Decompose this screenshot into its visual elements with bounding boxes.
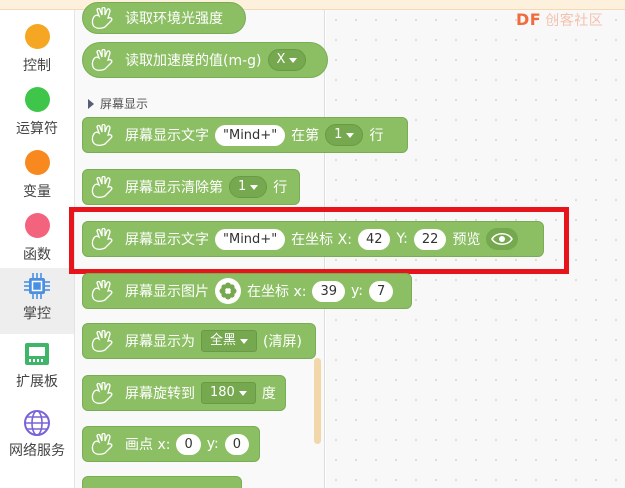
category-variables[interactable]: 变量 (0, 146, 74, 212)
highlight-box (69, 207, 569, 274)
block-read-light[interactable]: 读取环境光强度 (82, 2, 246, 34)
board-icon (25, 343, 49, 365)
text-input[interactable]: "Mind+" (215, 124, 286, 146)
category-label: 函数 (23, 247, 51, 263)
hand-icon (91, 7, 113, 29)
variables-dot-icon (24, 150, 50, 175)
axis-dropdown[interactable]: X (267, 49, 307, 71)
block-show-text-row[interactable]: 屏幕显示文字 "Mind+" 在第 1 行 (82, 117, 408, 153)
x-input[interactable]: 39 (312, 280, 345, 302)
section-title-text: 屏幕显示 (100, 97, 149, 111)
brand-logo: DF 创客社区 (516, 10, 603, 30)
row-value: 1 (238, 179, 247, 194)
block-label: 读取环境光强度 (125, 11, 223, 27)
hand-icon (91, 49, 113, 71)
chevron-down-icon (238, 390, 247, 396)
operators-dot-icon (24, 87, 50, 112)
brand-text: DF (516, 10, 542, 29)
chevron-down-icon (346, 132, 355, 138)
y-input[interactable]: 0 (224, 433, 249, 455)
functions-dot-icon (24, 213, 50, 238)
row-dropdown[interactable]: 1 (325, 124, 364, 146)
hand-icon (91, 176, 113, 198)
block-rotate-screen[interactable]: 屏幕旋转到 180 度 (82, 375, 286, 411)
category-label: 扩展板 (16, 374, 58, 390)
row-value: 1 (334, 127, 343, 142)
y-label: y: (206, 436, 219, 452)
control-dot-icon (24, 24, 50, 49)
category-expansion-board[interactable]: 扩展板 (0, 336, 74, 402)
globe-icon (24, 410, 50, 436)
section-screen-display[interactable]: 屏幕显示 (88, 95, 148, 112)
coord-label: 在坐标 x: (247, 284, 307, 300)
category-control[interactable]: 控制 (0, 20, 74, 86)
hand-icon (91, 433, 113, 455)
block-label: 屏幕显示清除第 (125, 180, 223, 196)
category-label: 控制 (23, 58, 51, 74)
chip-icon (24, 273, 50, 299)
block-partial[interactable] (82, 476, 242, 488)
block-suffix: (清屏) (263, 334, 302, 350)
block-label: 屏幕旋转到 (125, 386, 195, 402)
block-suffix: 度 (261, 386, 276, 402)
block-read-acceleration[interactable]: 读取加速度的值(m-g) X (82, 42, 328, 78)
brand-faint-text: 创客社区 (545, 13, 604, 29)
angle-dropdown[interactable]: 180 (201, 382, 256, 404)
collapse-triangle-icon (88, 98, 94, 109)
block-label: 读取加速度的值(m-g) (125, 53, 262, 69)
mode-dropdown[interactable]: 全黑 (201, 330, 258, 352)
block-show-image[interactable]: 屏幕显示图片 在坐标 x: 39 y: 7 (82, 273, 412, 309)
category-label: 网络服务 (9, 443, 65, 459)
block-label: 屏幕显示图片 (125, 284, 209, 300)
mode-value: 全黑 (210, 333, 237, 348)
row-dropdown[interactable]: 1 (229, 176, 268, 198)
category-label: 运算符 (16, 121, 58, 137)
category-label: 掌控 (23, 306, 51, 322)
axis-value: X (276, 52, 286, 67)
chevron-down-icon (289, 57, 298, 63)
block-fill-screen[interactable]: 屏幕显示为 全黑 (清屏) (82, 323, 316, 359)
block-label: 画点 x: (125, 437, 171, 453)
hand-icon (91, 280, 113, 302)
block-draw-point[interactable]: 画点 x: 0 y: 0 (82, 426, 260, 462)
block-label: 屏幕显示为 (125, 334, 195, 350)
image-selector[interactable] (215, 278, 241, 304)
y-label: y: (351, 283, 363, 299)
category-operators[interactable]: 运算符 (0, 83, 74, 149)
category-label: 变量 (23, 184, 51, 200)
row-prefix: 在第 (291, 128, 320, 144)
hand-icon (91, 382, 113, 404)
row-suffix: 行 (369, 128, 384, 144)
category-mpython[interactable]: 掌控 (0, 268, 74, 334)
category-functions[interactable]: 函数 (0, 209, 74, 275)
block-clear-line[interactable]: 屏幕显示清除第 1 行 (82, 169, 300, 205)
flower-icon (219, 282, 237, 300)
x-input[interactable]: 0 (176, 433, 201, 455)
y-input[interactable]: 7 (368, 280, 394, 302)
block-label: 屏幕显示文字 (125, 128, 209, 144)
row-suffix: 行 (273, 180, 288, 196)
angle-value: 180 (210, 385, 235, 400)
category-sidebar: 控制 运算符 变量 函数 掌控 扩展板 网络服务 (0, 10, 75, 488)
palette-scrollbar[interactable] (314, 358, 321, 444)
chevron-down-icon (240, 338, 249, 344)
category-network-service[interactable]: 网络服务 (0, 405, 74, 471)
hand-icon (91, 330, 113, 352)
hand-icon (91, 124, 113, 146)
chevron-down-icon (250, 184, 259, 190)
